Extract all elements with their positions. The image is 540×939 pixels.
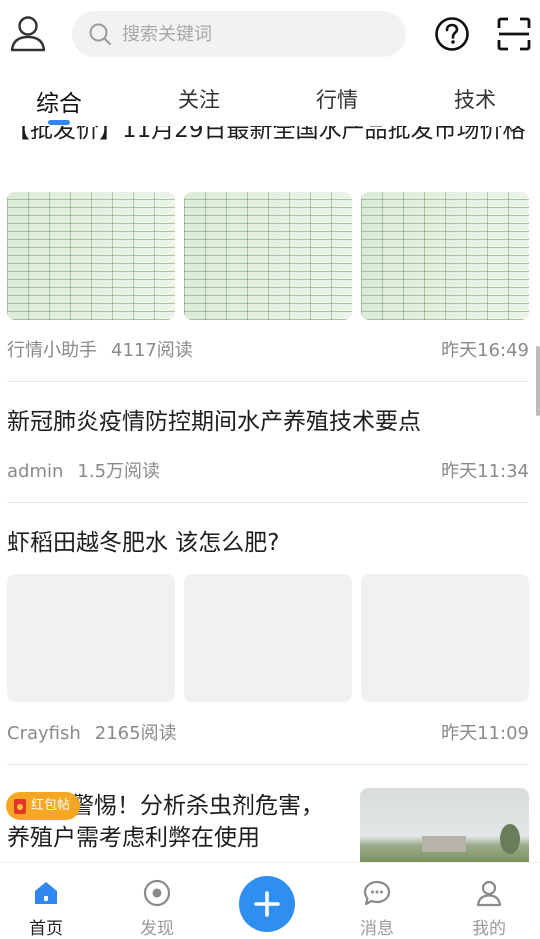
publish-time: 昨天16:49 xyxy=(441,340,529,361)
tab-market[interactable]: 行情 xyxy=(316,84,358,114)
nav-discover[interactable]: 发现 xyxy=(117,863,197,939)
article-meta: 行情小助手 4117阅读 昨天16:49 xyxy=(7,336,529,362)
nav-label: 发现 xyxy=(140,919,174,939)
scan-icon[interactable] xyxy=(496,16,532,52)
red-envelope-icon xyxy=(14,798,26,814)
tab-following[interactable]: 关注 xyxy=(178,84,220,114)
home-icon xyxy=(35,882,57,904)
publish-time: 昨天11:09 xyxy=(441,723,529,744)
article-thumbnails xyxy=(7,574,529,702)
tab-comprehensive[interactable]: 综合 xyxy=(36,84,82,118)
tree-shape xyxy=(500,824,520,854)
search-input[interactable] xyxy=(122,11,392,57)
view-count: 2165阅读 xyxy=(94,723,177,744)
nav-label: 首页 xyxy=(29,919,63,939)
top-bar xyxy=(0,0,540,70)
article-meta: Crayfish 2165阅读 昨天11:09 xyxy=(7,719,529,745)
author-name: admin xyxy=(7,461,64,482)
plus-icon xyxy=(254,891,280,917)
article-title[interactable]: 【批发价】11月29日最新全国水产品批发市场价格 xyxy=(7,126,530,146)
thumbnail-image[interactable] xyxy=(184,574,352,702)
red-packet-badge: 红包帖 xyxy=(6,792,81,820)
bottom-navigation: 首页 发现 消息 我的 xyxy=(0,862,540,939)
help-icon[interactable] xyxy=(434,16,470,52)
article-title[interactable]: 新冠肺炎疫情防控期间水产养殖技术要点 xyxy=(7,406,530,438)
publish-time: 昨天11:34 xyxy=(441,461,529,482)
nav-profile[interactable]: 我的 xyxy=(449,863,529,939)
thumbnail-image[interactable] xyxy=(361,192,529,320)
house-shape xyxy=(422,836,466,852)
article-meta: admin 1.5万阅读 昨天11:34 xyxy=(7,457,529,483)
article-title[interactable]: 虾稻田越冬肥水 该怎么肥? xyxy=(7,527,530,559)
author-name: 行情小助手 xyxy=(7,340,97,361)
search-bar[interactable] xyxy=(72,11,406,57)
article-feed[interactable]: 【批发价】11月29日最新全国水产品批发市场价格 行情小助手 4117阅读 昨天1… xyxy=(0,126,540,862)
nav-home[interactable]: 首页 xyxy=(6,863,86,939)
thumbnail-image[interactable] xyxy=(360,788,529,862)
search-icon xyxy=(89,23,111,45)
discover-icon xyxy=(143,879,171,907)
thumbnail-image[interactable] xyxy=(7,574,175,702)
category-tabs: 综合 关注 行情 技术 xyxy=(0,70,540,126)
divider xyxy=(7,764,529,765)
badge-label: 红包帖 xyxy=(31,798,71,813)
profile-icon xyxy=(476,880,502,907)
thumbnail-image[interactable] xyxy=(184,192,352,320)
tab-indicator xyxy=(48,120,70,125)
thumbnail-image[interactable] xyxy=(361,574,529,702)
divider xyxy=(7,381,529,382)
divider xyxy=(7,502,529,503)
user-icon[interactable] xyxy=(8,12,48,54)
nav-label: 我的 xyxy=(472,919,506,939)
article-thumbnails xyxy=(7,192,529,320)
scrollbar[interactable] xyxy=(536,346,540,416)
thumbnail-image[interactable] xyxy=(7,192,175,320)
view-count: 1.5万阅读 xyxy=(77,461,161,482)
view-count: 4117阅读 xyxy=(111,340,193,361)
author-name: Crayfish xyxy=(7,723,81,744)
message-icon xyxy=(363,880,391,906)
tab-technology[interactable]: 技术 xyxy=(454,84,496,114)
publish-button[interactable] xyxy=(239,876,295,932)
nav-messages[interactable]: 消息 xyxy=(337,863,417,939)
nav-label: 消息 xyxy=(360,919,394,939)
